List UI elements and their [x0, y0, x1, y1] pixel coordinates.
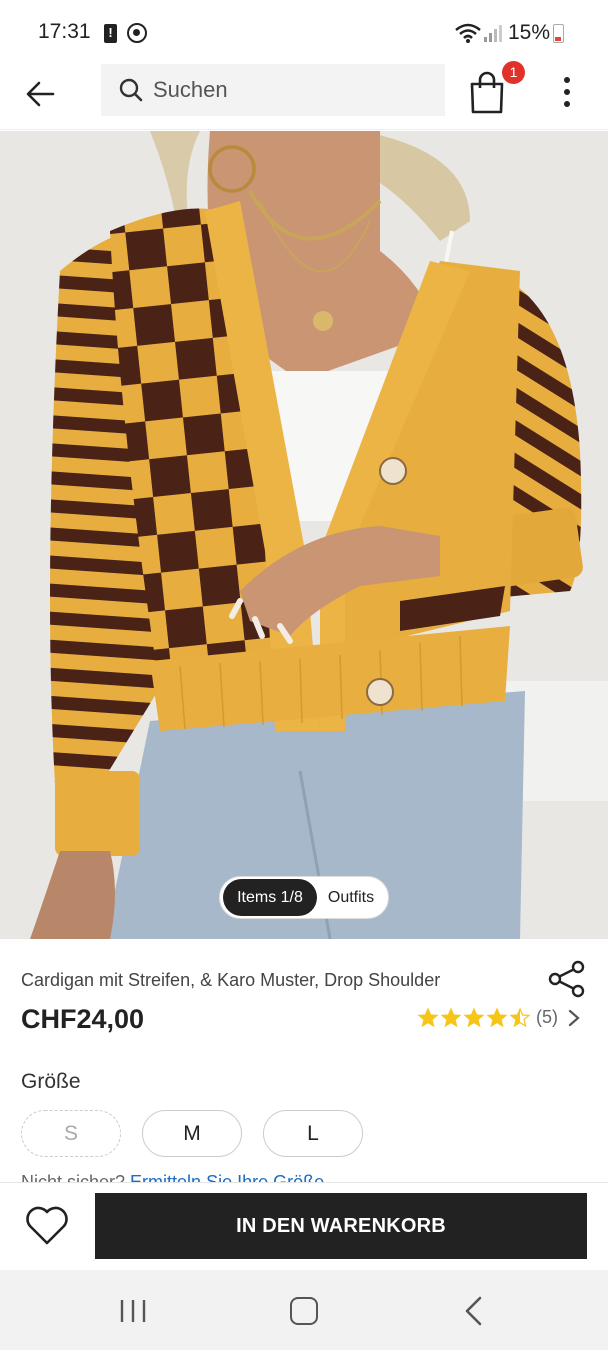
tab-items[interactable]: Items 1/8 — [223, 879, 317, 916]
search-icon — [119, 78, 143, 102]
more-vertical-icon — [564, 77, 570, 83]
share-icon — [548, 960, 585, 998]
wifi-icon — [455, 23, 481, 43]
back-button[interactable] — [18, 72, 62, 116]
action-bar: IN DEN WARENKORB — [0, 1182, 608, 1270]
more-button[interactable] — [552, 70, 582, 114]
cart-button[interactable] — [466, 70, 508, 114]
size-option-s[interactable]: S — [21, 1110, 121, 1157]
status-time: 17:31 — [38, 20, 91, 43]
heart-icon — [26, 1206, 68, 1245]
arrow-left-icon — [26, 81, 55, 107]
status-bar: 17:31 15% — [0, 0, 608, 64]
review-count: (5) — [536, 1007, 558, 1027]
product-image-gallery[interactable]: Items 1/8 Outfits — [0, 131, 608, 939]
battery-percent: 15% — [508, 21, 551, 44]
share-button[interactable] — [548, 960, 586, 998]
size-guide-link[interactable]: Ermitteln Sie Ihre Größe — [130, 1172, 324, 1182]
star-icon — [510, 1007, 530, 1027]
signal-icon — [484, 25, 502, 42]
recent-apps-icon[interactable] — [118, 1298, 148, 1324]
product-photo — [0, 131, 608, 939]
search-input[interactable]: Suchen — [101, 64, 445, 116]
product-title: Cardigan mit Streifen, & Karo Muster, Dr… — [21, 970, 441, 990]
shopping-bag-icon — [470, 71, 504, 114]
star-icon — [441, 1007, 461, 1027]
star-rating — [418, 1007, 530, 1028]
chevron-right-icon — [568, 1009, 580, 1026]
size-option-m[interactable]: M — [142, 1110, 242, 1157]
cart-badge: 1 — [502, 61, 525, 84]
sync-icon — [127, 23, 147, 43]
tab-outfits[interactable]: Outfits — [317, 879, 385, 916]
battery-icon — [553, 24, 564, 43]
gallery-toggle: Items 1/8 Outfits — [219, 876, 389, 919]
size-hint-text: Nicht sicher? — [21, 1172, 131, 1182]
product-price: CHF24,00 — [21, 1004, 145, 1034]
app-header: Suchen 1 — [0, 61, 608, 130]
system-nav-bar — [0, 1270, 608, 1350]
home-button-icon[interactable] — [290, 1297, 318, 1325]
more-dot — [564, 89, 570, 95]
add-to-cart-button[interactable]: IN DEN WARENKORB — [95, 1193, 587, 1259]
more-dot — [564, 101, 570, 107]
alert-icon — [104, 24, 117, 43]
back-nav-icon[interactable] — [462, 1296, 486, 1326]
star-icon — [418, 1007, 438, 1027]
size-label: Größe — [21, 1070, 81, 1093]
star-icon — [464, 1007, 484, 1027]
rating-summary[interactable]: (5) — [418, 1007, 580, 1028]
wishlist-button[interactable] — [24, 1203, 70, 1249]
star-icon — [487, 1007, 507, 1027]
search-placeholder: Suchen — [153, 77, 228, 102]
size-hint: Nicht sicher? Ermitteln Sie Ihre Größe — [21, 1172, 324, 1182]
size-option-l[interactable]: L — [263, 1110, 363, 1157]
